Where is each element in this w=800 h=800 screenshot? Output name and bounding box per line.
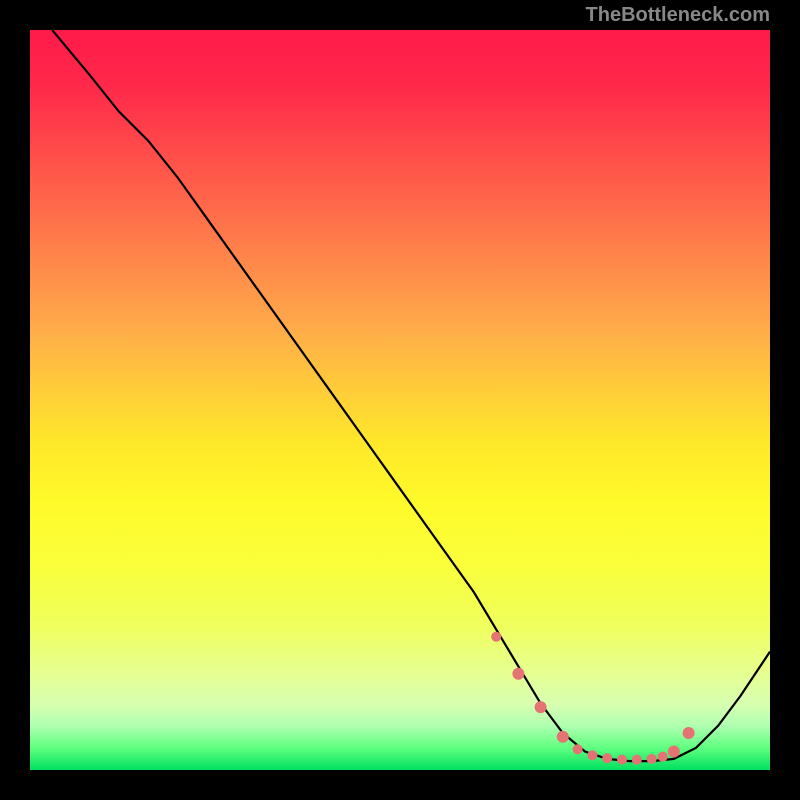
- marker-dot: [512, 668, 524, 680]
- watermark-text: TheBottleneck.com: [586, 4, 770, 27]
- marker-dot: [647, 754, 657, 764]
- marker-dot: [587, 750, 597, 760]
- marker-dot: [573, 744, 583, 754]
- marker-dot: [658, 752, 668, 762]
- marker-dot: [557, 731, 569, 743]
- marker-dot: [632, 755, 642, 765]
- marker-dot: [617, 755, 627, 765]
- chart-svg: [30, 30, 770, 770]
- marker-dot: [602, 753, 612, 763]
- marker-dot: [491, 632, 501, 642]
- marker-dot: [683, 727, 695, 739]
- marker-dots-group: [491, 632, 694, 765]
- plot-area: [30, 30, 770, 770]
- bottleneck-curve: [52, 30, 770, 761]
- marker-dot: [668, 746, 680, 758]
- marker-dot: [535, 701, 547, 713]
